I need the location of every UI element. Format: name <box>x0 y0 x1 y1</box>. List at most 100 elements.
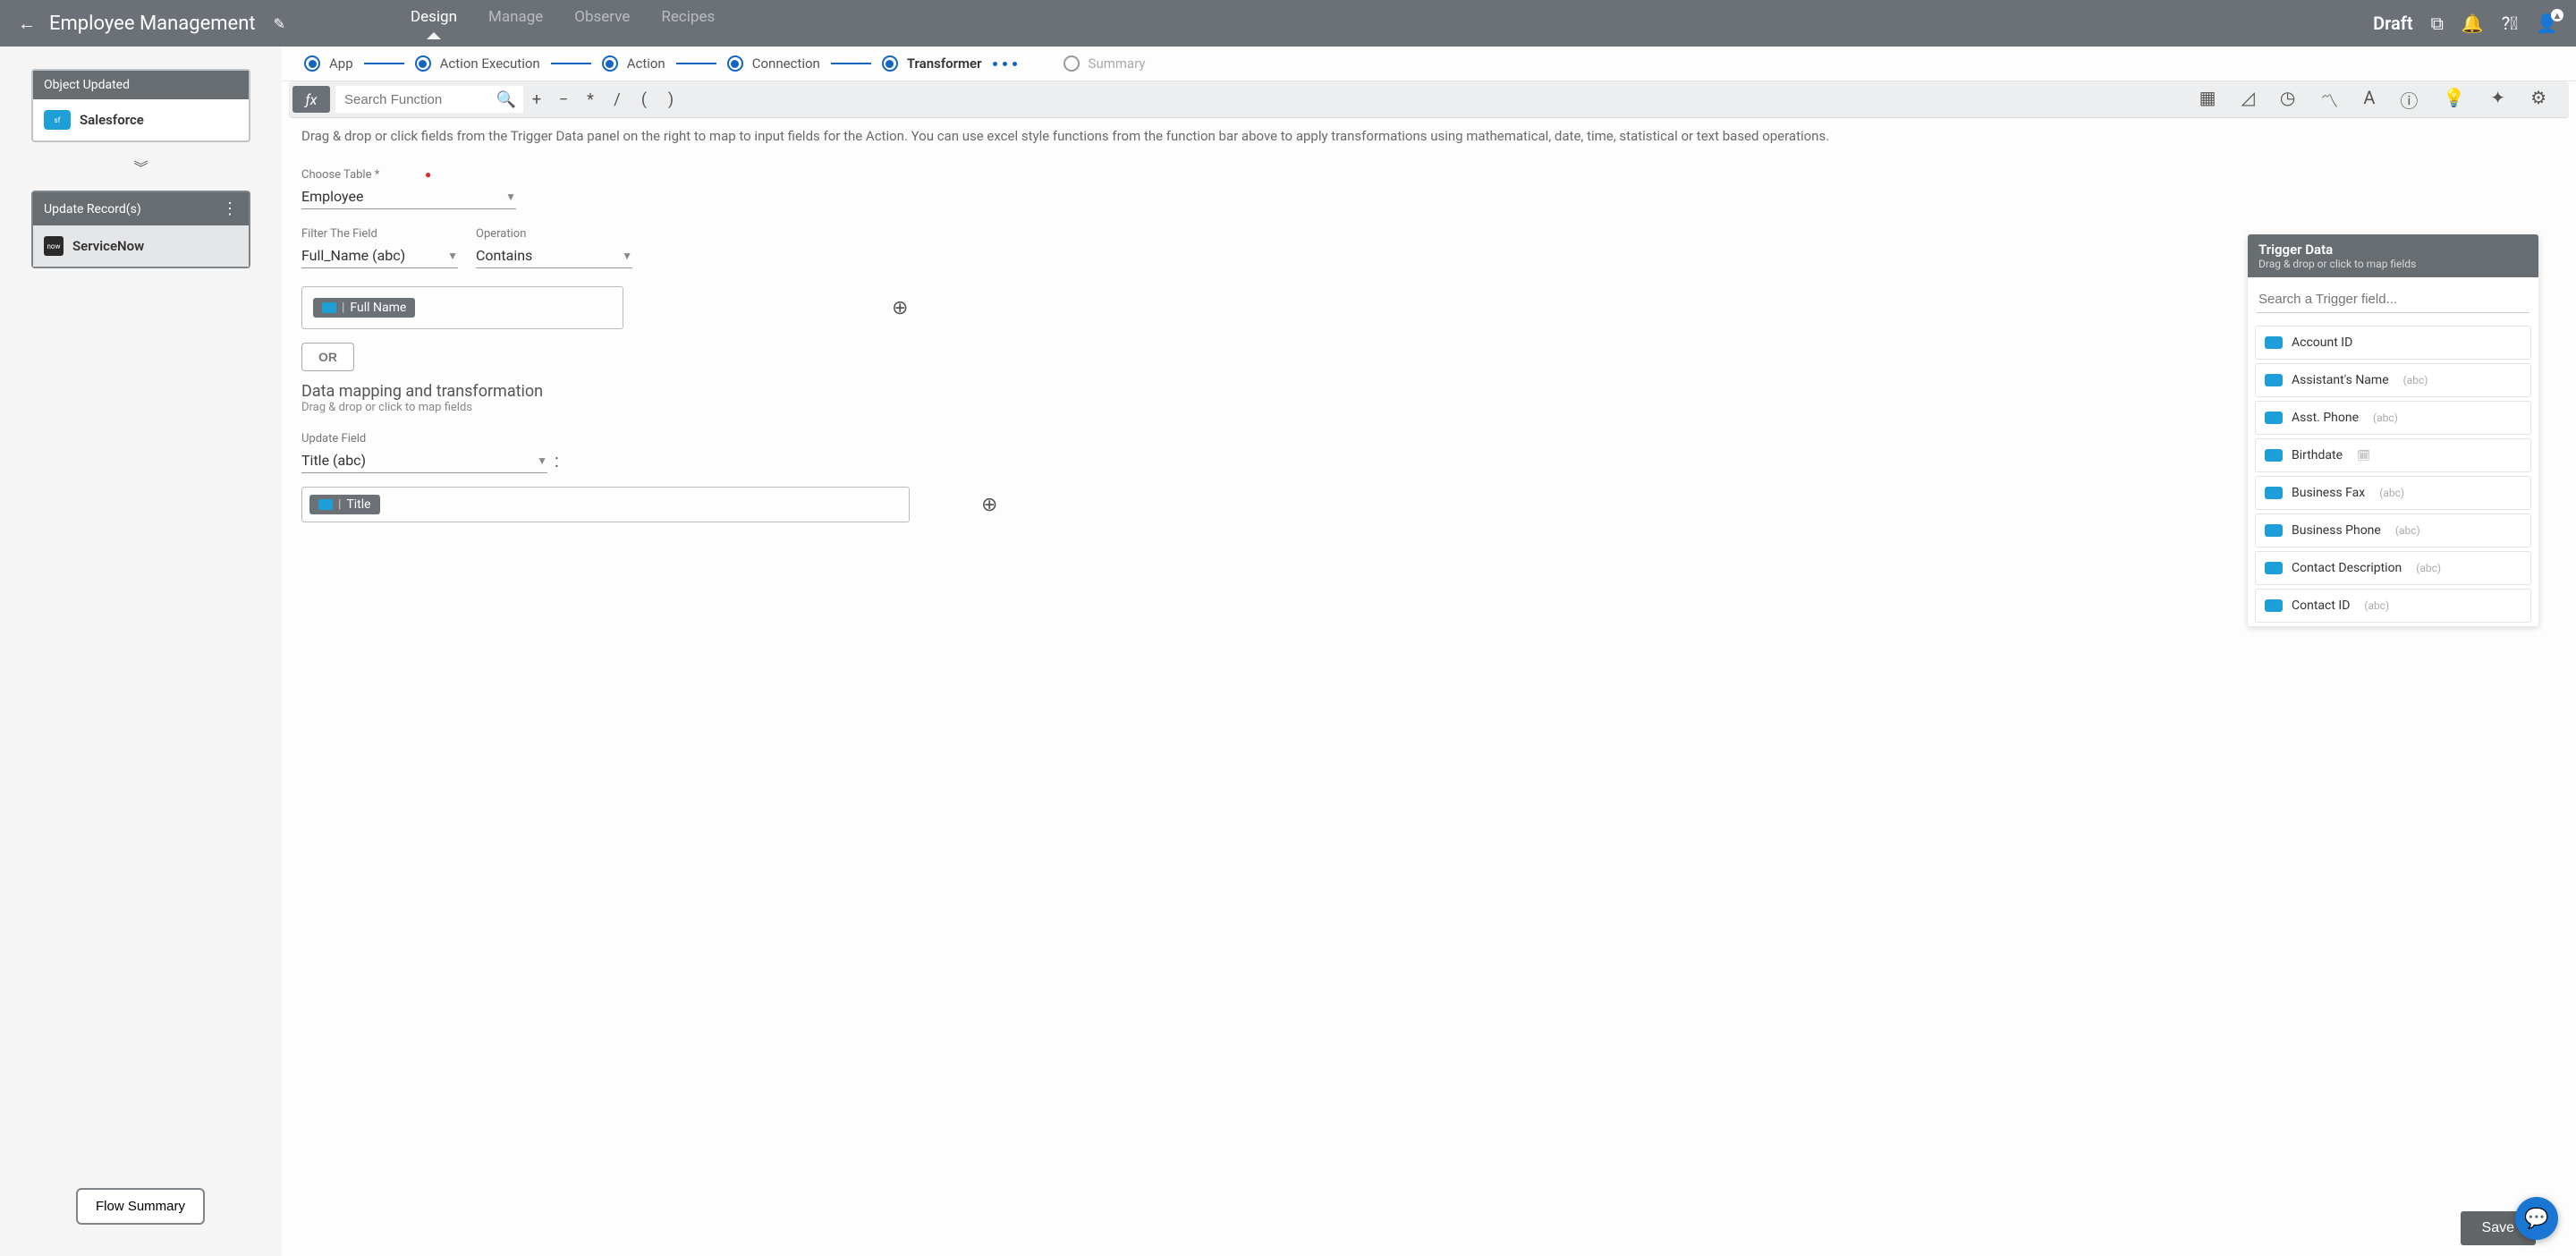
colon-sep: : <box>555 450 559 471</box>
chat-bubble-icon[interactable]: 💬 <box>2515 1197 2558 1240</box>
fn-search-wrap: 🔍 <box>330 86 523 113</box>
gears-icon[interactable]: ⚙ <box>2530 87 2546 113</box>
trigger-panel-header: Trigger Data Drag & drop or click to map… <box>2248 234 2538 277</box>
step-summary[interactable]: Summary <box>1063 55 1146 72</box>
action-card-body: now ServiceNow <box>33 225 249 267</box>
salesforce-mini-icon <box>2265 487 2283 499</box>
chip-sep: | <box>342 301 344 315</box>
trigger-field-item[interactable]: Business Fax(abc) <box>2255 476 2531 510</box>
clock-icon[interactable]: ◷ <box>2280 87 2295 113</box>
trigger-field-name: Business Phone <box>2292 523 2381 538</box>
trigger-field-type: (abc) <box>2403 374 2428 386</box>
trigger-field-item[interactable]: Assistant's Name (abc) <box>2255 363 2531 397</box>
transformer-panel: ◀ Drag & drop or click fields from the T… <box>282 118 2576 1256</box>
step-label: App <box>329 55 353 72</box>
step-connection[interactable]: Connection <box>727 55 820 72</box>
add-filter-icon[interactable]: ⊕ <box>892 297 908 319</box>
update-value-row: | Title ⊕ <box>301 487 2556 522</box>
chart-icon[interactable]: 〽 <box>2320 87 2338 113</box>
spark-icon[interactable]: ✦ <box>2490 87 2505 113</box>
header-tabs: Design Manage Observe Recipes <box>411 8 715 39</box>
trigger-field-item[interactable]: Birthdate🗓 <box>2255 438 2531 472</box>
salesforce-mini-icon <box>318 499 333 510</box>
text-icon[interactable]: A <box>2363 87 2375 113</box>
table-icon[interactable]: ▦ <box>2199 87 2216 113</box>
flow-arrow-icon: ︾ <box>31 156 250 177</box>
help-icon[interactable]: ?⃝ <box>2502 13 2518 34</box>
trigger-card-header: Object Updated <box>33 71 249 99</box>
angle-icon[interactable]: ◿ <box>2241 87 2255 113</box>
step-radio-icon <box>727 55 743 72</box>
step-app[interactable]: App <box>304 55 353 72</box>
back-arrow-icon[interactable]: ← <box>18 13 36 35</box>
filter-field-select[interactable]: Full_Name (abc) ▼ <box>301 243 458 268</box>
trigger-field-item[interactable]: Business Phone(abc) <box>2255 513 2531 547</box>
steps-bar: App Action Execution Action Connection T… <box>282 47 2576 81</box>
operation-label: Operation <box>476 227 632 241</box>
tab-observe[interactable]: Observe <box>574 8 630 39</box>
update-field-select[interactable]: Title (abc) ▼ <box>301 448 547 473</box>
trigger-field-item[interactable]: Asst. Phone(abc) <box>2255 401 2531 435</box>
action-card[interactable]: Update Record(s) ⋮ now ServiceNow <box>31 191 250 268</box>
op-plus[interactable]: + <box>523 90 550 109</box>
title-chip[interactable]: | Title <box>309 495 380 514</box>
step-dots-connector <box>993 62 1017 66</box>
step-action-execution[interactable]: Action Execution <box>415 55 540 72</box>
filter-field-label: Filter The Field <box>301 227 458 241</box>
op-divide[interactable]: / <box>604 90 631 109</box>
step-radio-empty-icon <box>1063 55 1080 72</box>
salesforce-mini-icon <box>2265 524 2283 537</box>
trigger-field-item[interactable]: Account ID <box>2255 326 2531 360</box>
required-indicator: ● <box>425 168 431 181</box>
search-icon[interactable]: 🔍 <box>496 90 516 109</box>
fx-icon[interactable]: ƒx <box>292 86 330 113</box>
trigger-field-name: Assistant's Name <box>2292 373 2389 387</box>
action-card-menu-icon[interactable]: ⋮ <box>222 199 238 218</box>
trigger-field-type: (abc) <box>2416 562 2441 574</box>
operation-select[interactable]: Contains ▼ <box>476 243 632 268</box>
action-provider: ServiceNow <box>72 238 144 254</box>
open-external-icon[interactable]: ⧉ <box>2431 13 2444 34</box>
avatar-icon[interactable]: 👤▲ <box>2536 13 2558 34</box>
tab-recipes[interactable]: Recipes <box>661 8 715 39</box>
flow-summary-button[interactable]: Flow Summary <box>76 1188 205 1225</box>
choose-table-value: Employee <box>301 188 363 205</box>
step-connector <box>364 63 404 64</box>
trigger-field-item[interactable]: Contact ID(abc) <box>2255 589 2531 623</box>
lightbulb-icon[interactable]: 💡 <box>2443 87 2465 113</box>
header-left: ← Employee Management ✎ <box>18 13 285 35</box>
salesforce-mini-icon <box>2265 562 2283 574</box>
step-label: Summary <box>1089 55 1146 72</box>
filter-value-input[interactable]: | Full Name <box>301 286 623 329</box>
function-search-input[interactable] <box>335 86 523 113</box>
update-value-input[interactable]: | Title <box>301 487 910 522</box>
edit-title-icon[interactable]: ✎ <box>274 15 285 32</box>
or-button[interactable]: OR <box>301 343 354 371</box>
tab-design[interactable]: Design <box>411 8 457 39</box>
op-minus[interactable]: − <box>550 90 577 109</box>
filter-chip[interactable]: | Full Name <box>313 298 415 318</box>
choose-table-select[interactable]: Employee ▼ <box>301 184 516 209</box>
title-chip-label: Title <box>346 497 370 512</box>
trigger-field-item[interactable]: Contact Description(abc) <box>2255 551 2531 585</box>
choose-table-field: Choose Table * ● Employee ▼ <box>301 168 2556 227</box>
step-action[interactable]: Action <box>602 55 665 72</box>
op-paren-close[interactable]: ) <box>657 90 684 109</box>
filter-field-col: Filter The Field Full_Name (abc) ▼ <box>301 227 458 286</box>
bell-icon[interactable]: 🔔 <box>2462 13 2484 34</box>
op-multiply[interactable]: * <box>577 90 604 109</box>
trigger-card[interactable]: Object Updated sf Salesforce <box>31 69 250 142</box>
trigger-field-type: (abc) <box>2373 412 2398 424</box>
step-transformer[interactable]: Transformer <box>882 55 982 72</box>
info-icon[interactable]: ⓘ <box>2400 87 2418 113</box>
trigger-search-input[interactable] <box>2257 286 2529 313</box>
update-field-row: Title (abc) ▼ : <box>301 448 2556 473</box>
trigger-field-type: (abc) <box>2364 599 2389 612</box>
step-label: Action Execution <box>440 55 540 72</box>
add-mapping-icon[interactable]: ⊕ <box>981 494 997 516</box>
salesforce-mini-icon <box>2265 599 2283 612</box>
op-paren-open[interactable]: ( <box>631 90 657 109</box>
tab-manage[interactable]: Manage <box>488 8 543 39</box>
helper-text: Drag & drop or click fields from the Tri… <box>301 127 2556 146</box>
trigger-field-list[interactable]: Account ID Assistant's Name (abc) Asst. P… <box>2248 322 2538 626</box>
